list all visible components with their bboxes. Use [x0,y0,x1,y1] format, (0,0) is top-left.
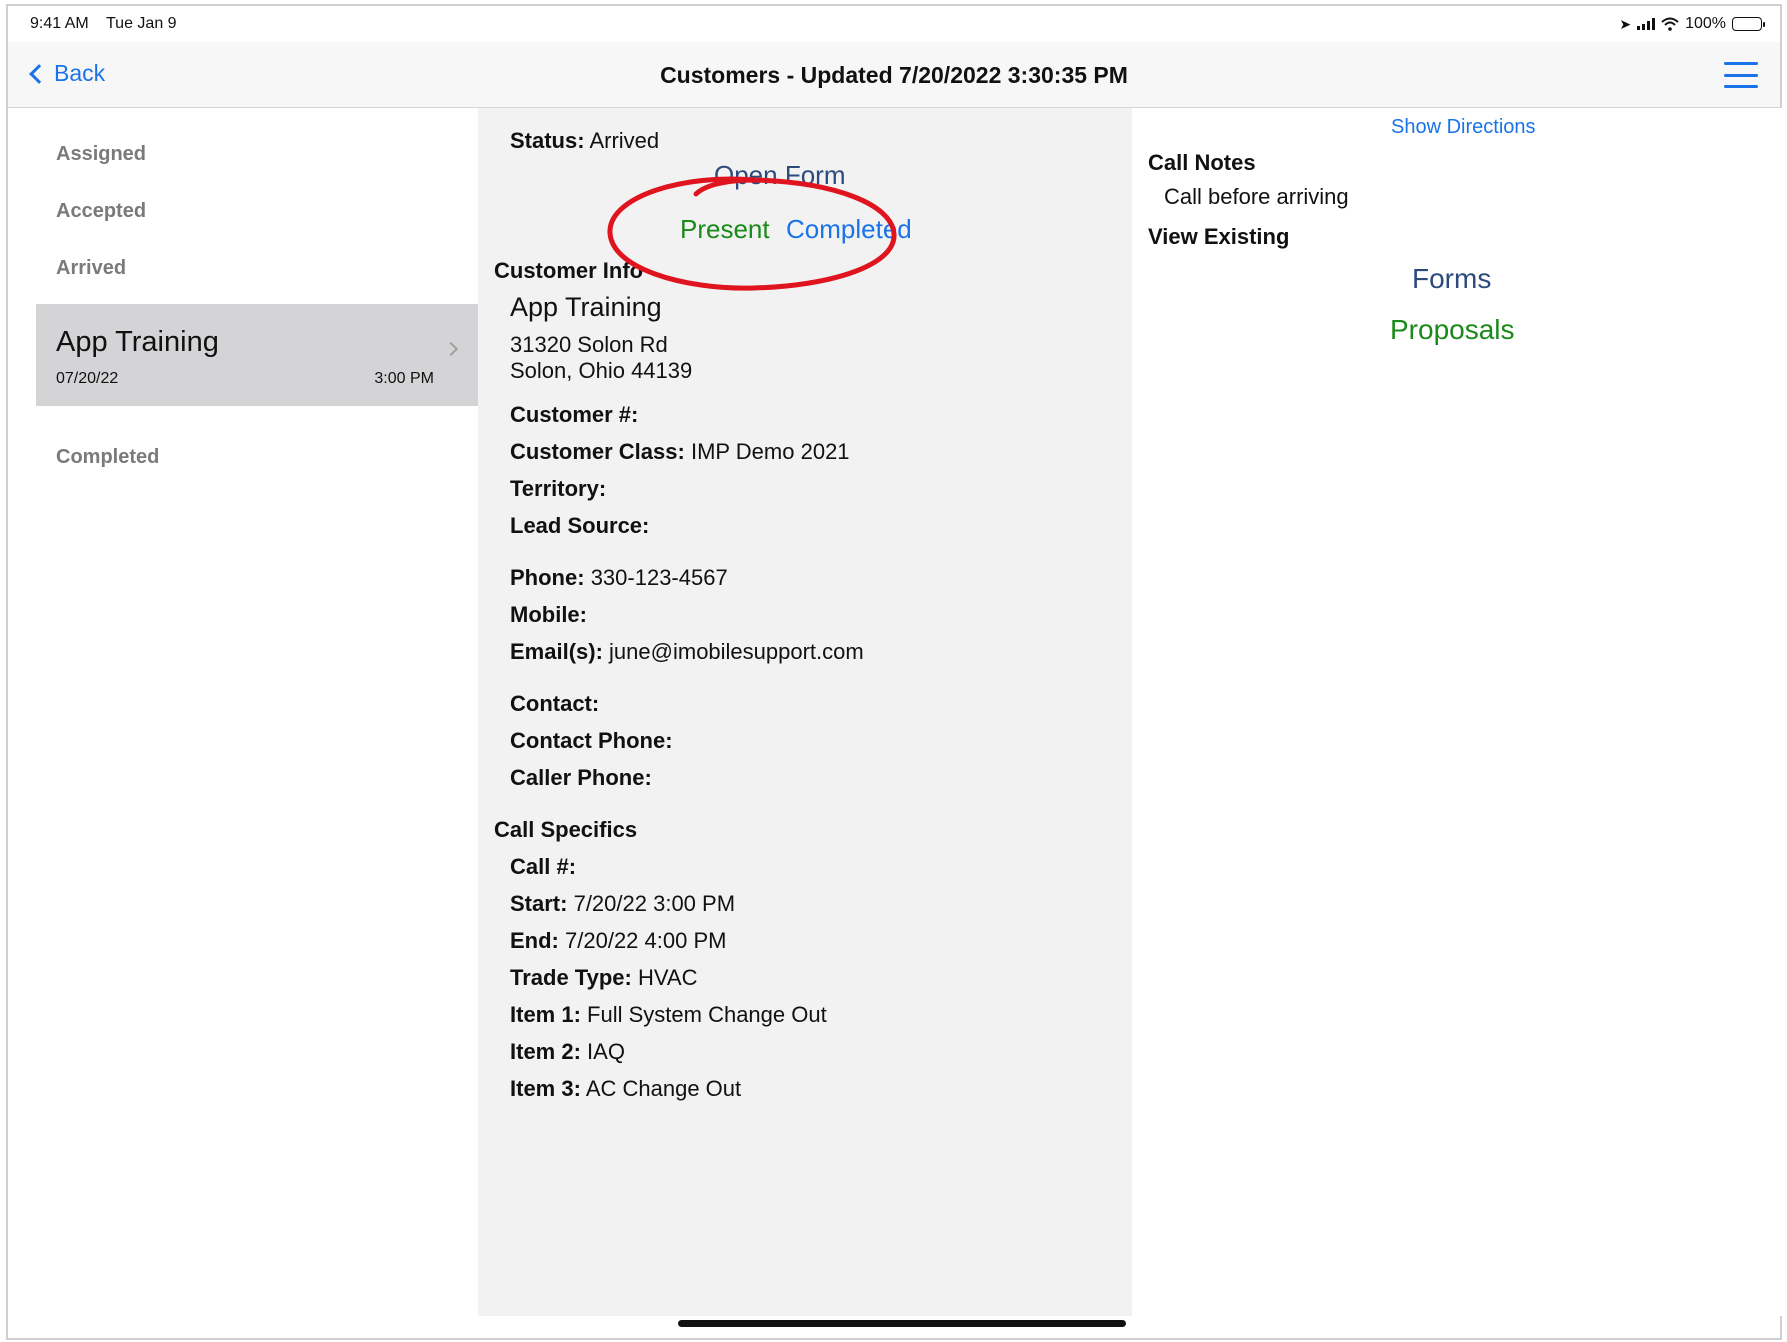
call-notes-text: Call before arriving [1164,184,1349,209]
lead-source-row: Lead Source: [510,513,649,539]
app-window: 9:41 AM Tue Jan 9 ➤ 100% Back Customers … [6,4,1782,1340]
list-item-time: 3:00 PM [374,370,434,387]
lead-source-label: Lead Source: [510,513,650,538]
start-label: Start: [510,891,568,916]
right-panel: Show Directions Call Notes Call before a… [1132,108,1782,1316]
customer-class-label: Customer Class: [510,439,685,464]
battery-icon [1732,17,1765,31]
call-number-label: Call #: [510,854,577,879]
address-line1: 31320 Solon Rd [510,332,668,357]
caller-phone-row: Caller Phone: [510,765,652,791]
proposals-link[interactable]: Proposals [1390,314,1515,346]
end-row: End: 7/20/22 4:00 PM [510,928,726,954]
completed-link[interactable]: Completed [786,214,912,245]
mobile-label: Mobile: [510,602,587,627]
navigation-bar: Back Customers - Updated 7/20/2022 3:30:… [8,42,1780,108]
item1-row: Item 1: Full System Change Out [510,1002,827,1028]
item2-label: Item 2: [510,1039,581,1064]
trade-type-label: Trade Type: [510,965,632,990]
start-row: Start: 7/20/22 3:00 PM [510,891,735,917]
call-specifics-header: Call Specifics [494,817,638,842]
contact-phone-row: Contact Phone: [510,728,673,754]
status-date: Tue Jan 9 [106,15,177,32]
email-label: Email(s): [510,639,603,664]
trade-type-value: HVAC [637,965,698,990]
customer-class-row: Customer Class: IMP Demo 2021 [510,439,850,465]
list-item-title: App Training [56,326,219,358]
home-indicator[interactable] [678,1320,1126,1327]
item2-value: IAQ [587,1039,625,1064]
contact-label: Contact: [510,691,600,716]
location-icon: ➤ [1619,15,1632,32]
item1-value: Full System Change Out [587,1002,827,1027]
mobile-row: Mobile: [510,602,587,628]
customer-class-value: IMP Demo 2021 [690,439,850,464]
page-title: Customers - Updated 7/20/2022 3:30:35 PM [660,62,1128,88]
item3-label: Item 3: [510,1076,581,1101]
section-assigned: Assigned [56,143,147,165]
customer-name: App Training [510,292,662,322]
caller-phone-label: Caller Phone: [510,765,652,790]
hamburger-menu-icon[interactable] [1724,62,1758,88]
status-bar: 9:41 AM Tue Jan 9 ➤ 100% [8,6,1780,42]
battery-percent: 100% [1685,15,1726,32]
email-value[interactable]: june@imobilesupport.com [609,639,864,664]
end-label: End: [510,928,559,953]
open-form-link[interactable]: Open Form [714,160,846,191]
present-link[interactable]: Present [680,214,770,245]
customer-detail-panel: Status: Arrived Open Form Present Comple… [478,108,1132,1316]
phone-value[interactable]: 330-123-4567 [591,565,728,590]
list-item-date: 07/20/22 [56,370,119,387]
end-value: 7/20/22 4:00 PM [565,928,727,953]
status-time: 9:41 AM [30,15,89,32]
list-item-selected[interactable]: App Training 07/20/22 3:00 PM [36,304,478,406]
show-directions-link[interactable]: Show Directions [1391,116,1536,139]
contact-phone-label: Contact Phone: [510,728,673,753]
forms-link[interactable]: Forms [1412,263,1491,295]
view-existing-header: View Existing [1148,224,1290,249]
customer-number-row: Customer #: [510,402,638,428]
wifi-icon [1661,17,1679,31]
territory-label: Territory: [510,476,607,501]
phone-row: Phone: 330-123-4567 [510,565,728,591]
email-row: Email(s): june@imobilesupport.com [510,639,864,665]
item1-label: Item 1: [510,1002,581,1027]
item3-row: Item 3: AC Change Out [510,1076,741,1102]
section-completed: Completed [56,446,160,468]
status-indicators: ➤ 100% [1619,15,1765,33]
customer-number-label: Customer #: [510,402,639,427]
contact-row: Contact: [510,691,599,717]
call-number-row: Call #: [510,854,576,880]
item2-row: Item 2: IAQ [510,1039,625,1065]
sidebar: Assigned Accepted Arrived App Training 0… [8,108,478,1318]
trade-type-row: Trade Type: HVAC [510,965,697,991]
customer-info-header: Customer Info [494,258,644,283]
territory-row: Territory: [510,476,606,502]
start-value: 7/20/22 3:00 PM [573,891,736,916]
section-arrived: Arrived [56,257,127,279]
call-notes-header: Call Notes [1148,150,1256,175]
section-accepted: Accepted [56,200,147,222]
status-row: Status: Arrived [510,128,659,154]
status-label: Status: [510,128,585,153]
status-value: Arrived [589,128,660,153]
address-line2: Solon, Ohio 44139 [510,358,693,383]
phone-label: Phone: [510,565,585,590]
item3-value: AC Change Out [585,1076,742,1101]
chevron-right-icon [443,341,459,357]
cellular-signal-icon [1637,18,1656,30]
